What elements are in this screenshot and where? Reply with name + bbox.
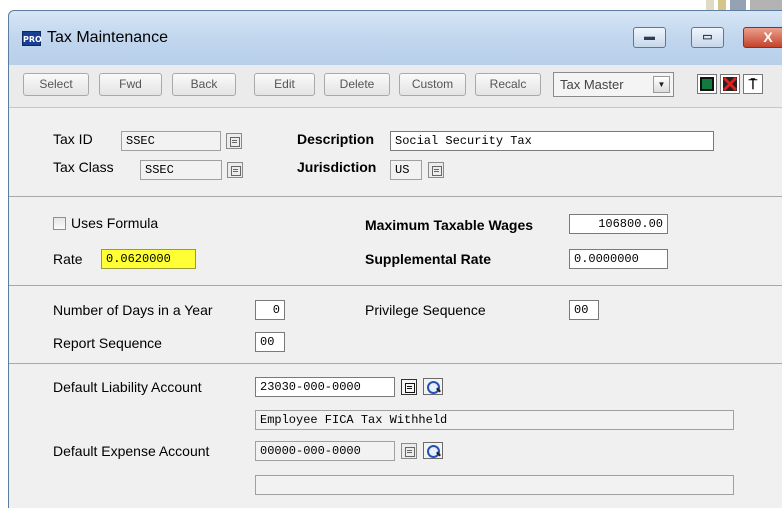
tax-class-label: Tax Class bbox=[53, 159, 114, 175]
jurisdiction-label: Jurisdiction bbox=[297, 159, 377, 175]
toolbar: Select Fwd Back Edit Delete Custom Recal… bbox=[9, 65, 782, 108]
maximize-button[interactable]: ▭ bbox=[691, 27, 724, 48]
privilege-sequence-label: Privilege Sequence bbox=[365, 302, 486, 318]
tax-id-label: Tax ID bbox=[53, 131, 93, 147]
separator bbox=[9, 285, 782, 286]
supplemental-rate-label: Supplemental Rate bbox=[365, 251, 492, 267]
desktop-strip bbox=[0, 0, 782, 10]
jurisdiction-field[interactable]: US bbox=[390, 160, 422, 180]
rate-field[interactable]: 0.0620000 bbox=[101, 249, 196, 269]
select-button[interactable]: Select bbox=[23, 73, 89, 96]
rate-label: Rate bbox=[53, 251, 83, 267]
days-in-year-label: Number of Days in a Year bbox=[53, 302, 213, 318]
liability-lookup-icon[interactable] bbox=[401, 379, 417, 395]
tax-id-field[interactable]: SSEC bbox=[121, 131, 221, 151]
tax-class-lookup-icon[interactable] bbox=[227, 162, 243, 178]
liability-zoom-icon[interactable] bbox=[423, 378, 443, 395]
liability-account-field[interactable]: 23030-000-0000 bbox=[255, 377, 395, 397]
description-label: Description bbox=[297, 131, 375, 147]
view-select-value: Tax Master bbox=[560, 77, 624, 92]
expense-zoom-icon[interactable] bbox=[423, 442, 443, 459]
view-select[interactable]: Tax Master ▼ bbox=[553, 72, 674, 97]
report-sequence-label: Report Sequence bbox=[53, 335, 162, 351]
uses-formula-checkbox[interactable] bbox=[53, 217, 66, 230]
expense-account-field[interactable]: 00000-000-0000 bbox=[255, 441, 395, 461]
separator bbox=[9, 196, 782, 197]
window-title: Tax Maintenance bbox=[47, 29, 168, 46]
expense-account-label: Default Expense Account bbox=[53, 443, 210, 459]
chevron-down-icon[interactable]: ▼ bbox=[653, 76, 670, 93]
description-field[interactable]: Social Security Tax bbox=[390, 131, 714, 151]
supplemental-rate-field[interactable]: 0.0000000 bbox=[569, 249, 668, 269]
tax-id-lookup-icon[interactable] bbox=[226, 133, 242, 149]
max-wages-field[interactable]: 106800.00 bbox=[569, 214, 668, 234]
client-area: Select Fwd Back Edit Delete Custom Recal… bbox=[9, 65, 782, 508]
edit-button[interactable]: Edit bbox=[254, 73, 315, 96]
max-wages-label: Maximum Taxable Wages bbox=[365, 217, 534, 233]
cancel-icon[interactable] bbox=[720, 74, 740, 94]
delete-button[interactable]: Delete bbox=[324, 73, 390, 96]
desktop-icons bbox=[706, 0, 782, 10]
save-icon[interactable] bbox=[697, 74, 717, 94]
app-logo-icon: PRO bbox=[22, 31, 42, 46]
expense-lookup-icon[interactable] bbox=[401, 443, 417, 459]
privilege-sequence-field[interactable]: 00 bbox=[569, 300, 599, 320]
custom-button[interactable]: Custom bbox=[399, 73, 466, 96]
report-sequence-field[interactable]: 00 bbox=[255, 332, 285, 352]
tax-class-field[interactable]: SSEC bbox=[140, 160, 222, 180]
liability-account-label: Default Liability Account bbox=[53, 379, 202, 395]
tax-maintenance-window: PRO Tax Maintenance ▬ ▭ X Select Fwd Bac… bbox=[8, 10, 782, 508]
back-button[interactable]: Back bbox=[172, 73, 236, 96]
uses-formula-label: Uses Formula bbox=[71, 215, 159, 231]
jurisdiction-lookup-icon[interactable] bbox=[428, 162, 444, 178]
close-button[interactable]: X bbox=[743, 27, 782, 48]
exit-icon[interactable]: ⍑ bbox=[743, 74, 763, 94]
minimize-button[interactable]: ▬ bbox=[633, 27, 666, 48]
separator bbox=[9, 363, 782, 364]
days-in-year-field[interactable]: 0 bbox=[255, 300, 285, 320]
fwd-button[interactable]: Fwd bbox=[99, 73, 162, 96]
liability-description-field: Employee FICA Tax Withheld bbox=[255, 410, 734, 430]
recalc-button[interactable]: Recalc bbox=[475, 73, 541, 96]
expense-description-field bbox=[255, 475, 734, 495]
title-bar[interactable]: PRO Tax Maintenance ▬ ▭ X bbox=[9, 11, 782, 65]
